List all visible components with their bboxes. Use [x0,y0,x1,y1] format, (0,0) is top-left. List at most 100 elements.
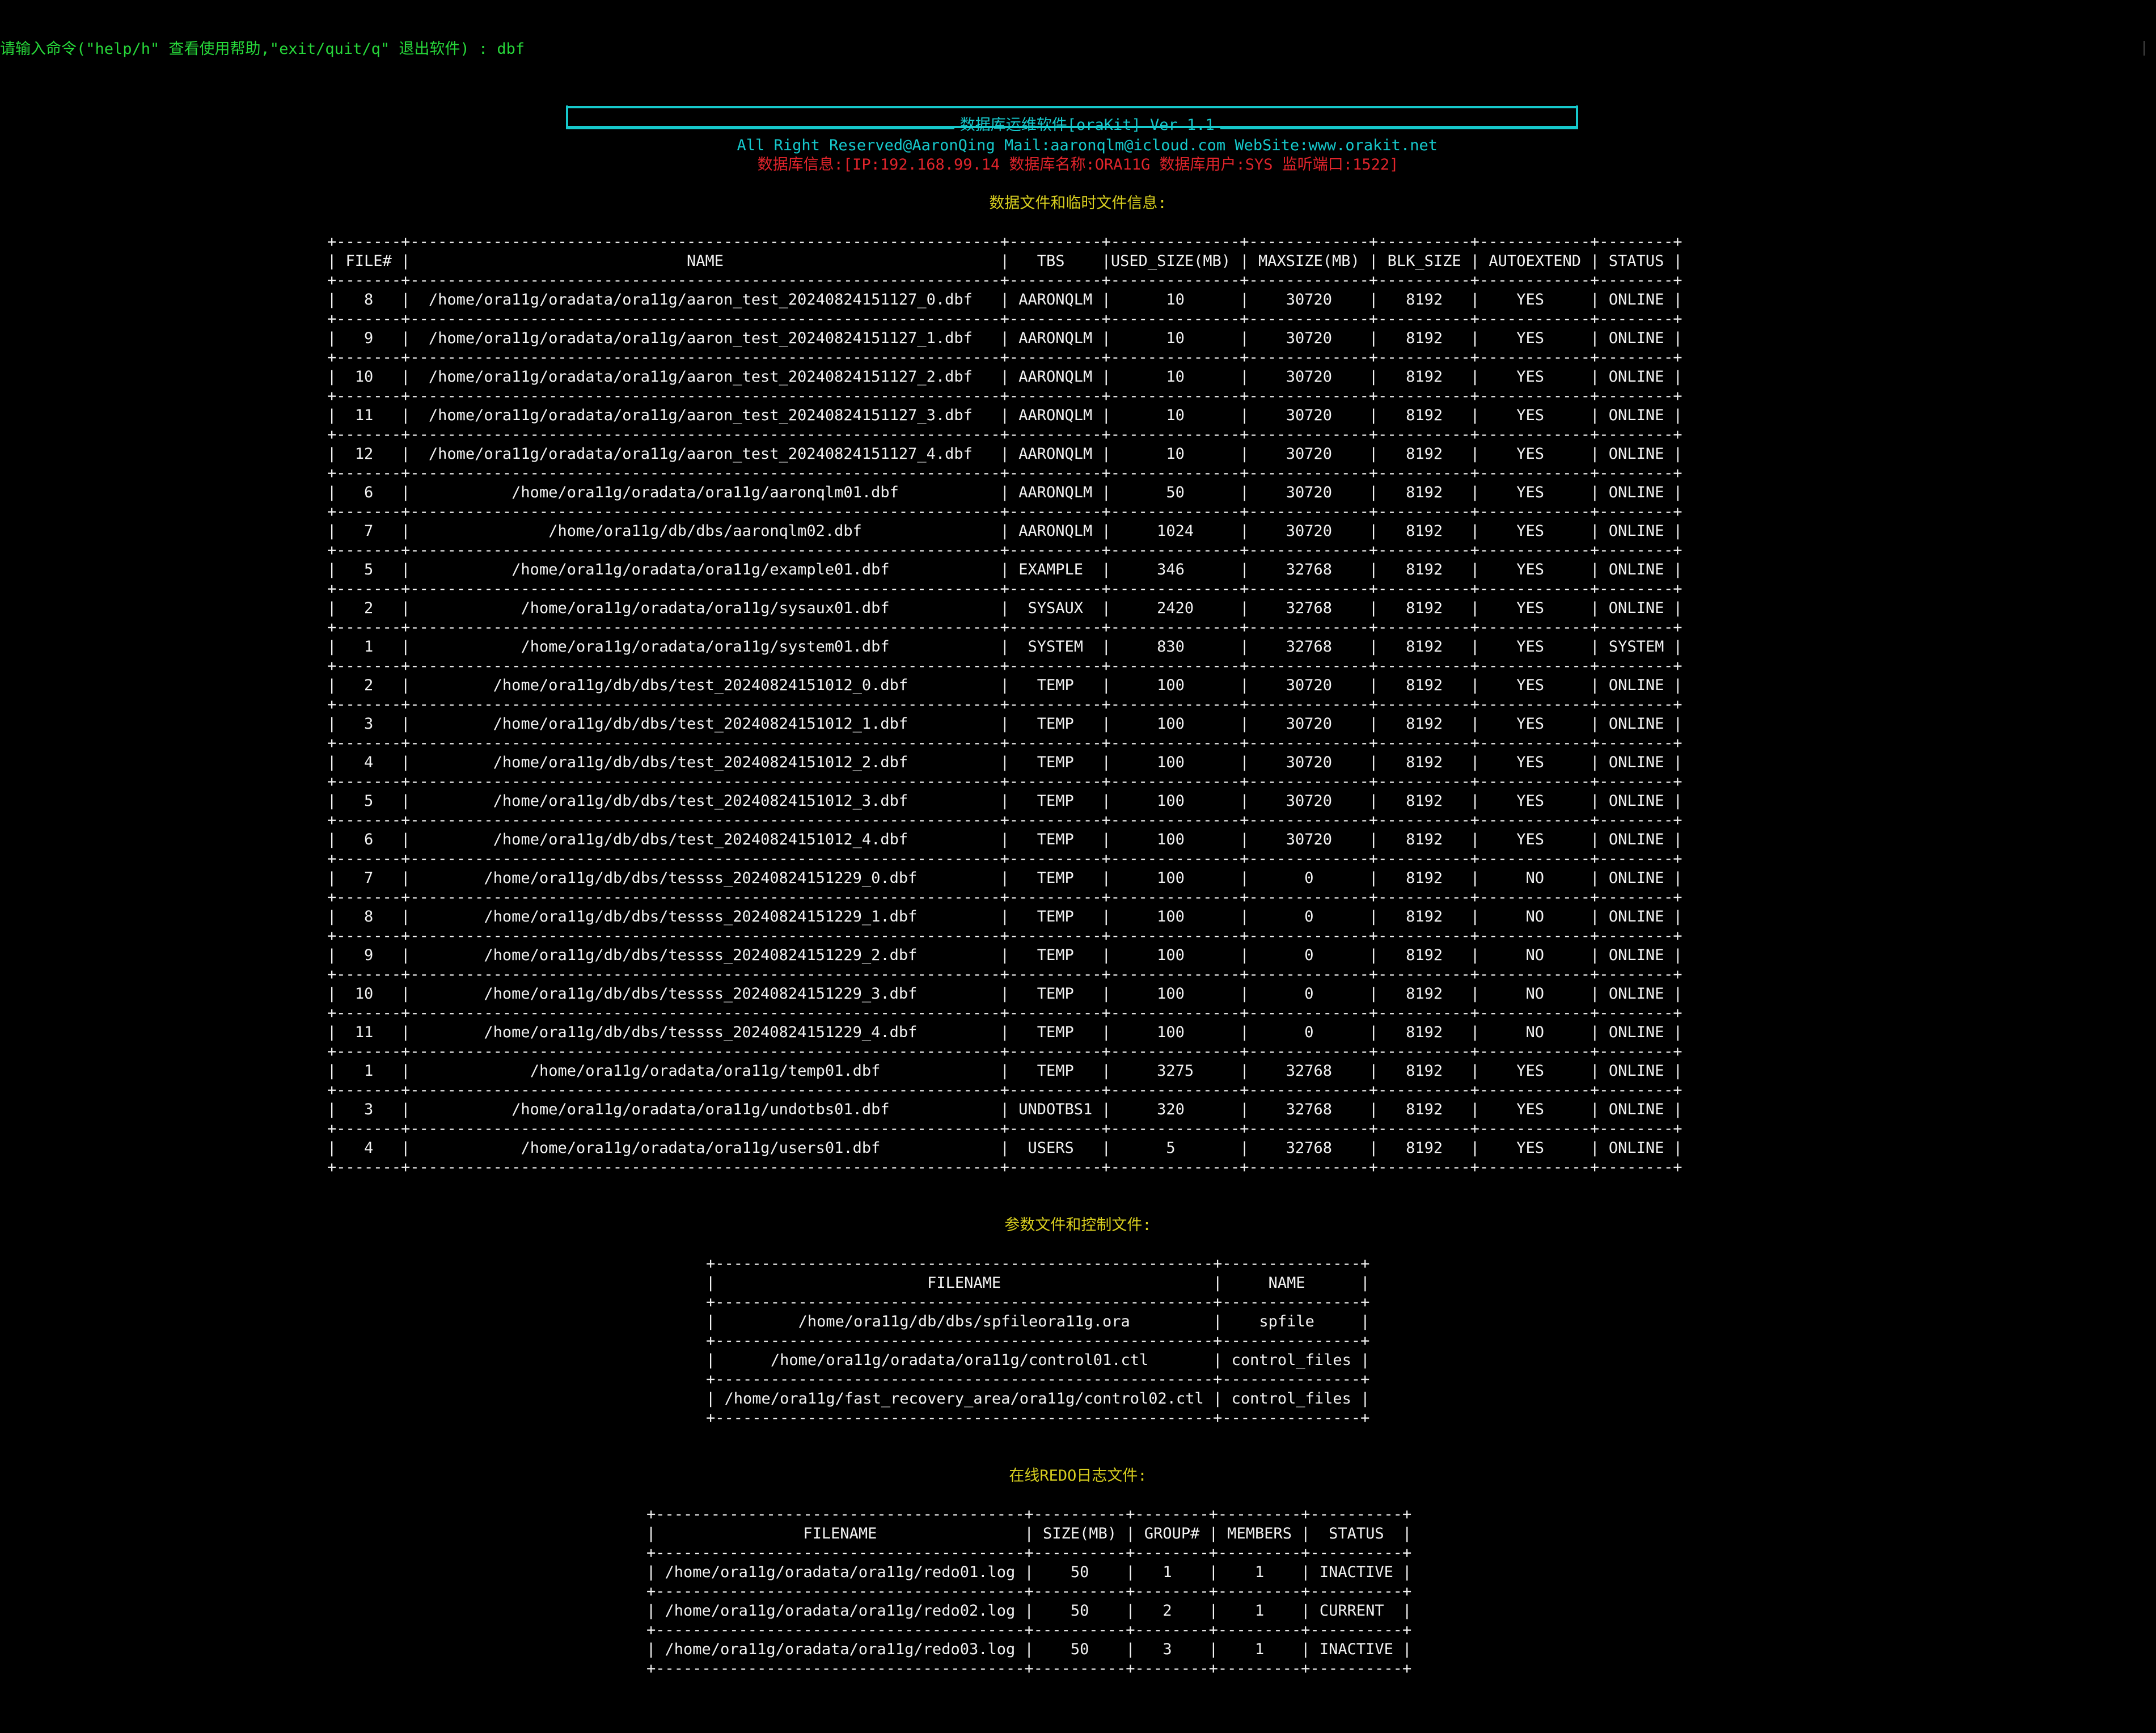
table-cell: 100 [1157,792,1185,810]
table-cell: /home/ora11g/db/dbs/test_20240824151012_… [493,792,908,810]
table-cell: ONLINE [1608,792,1664,810]
table-cell: 100 [1157,869,1185,887]
table-cell: 32768 [1286,1139,1333,1157]
table-cell: ONLINE [1608,754,1664,771]
table-cell: 50 [1070,1641,1089,1658]
table-separator: +-------+-------------------------------… [327,272,1682,289]
table-cell: 0 [1304,946,1314,964]
table-row: | /home/ora11g/oradata/ora11g/redo03.log… [646,1641,1412,1658]
table-cell: SYSAUX [1028,599,1084,617]
table-cell: 10 [354,985,374,1003]
table-separator: +---------------------------------------… [706,1332,1370,1350]
command-prompt[interactable]: 请输入命令("help/h" 查看使用帮助,"exit/quit/q" 退出软件… [0,40,525,59]
table-cell: 8192 [1406,1062,1443,1080]
table-cell: YES [1516,792,1545,810]
table-separator: +-------+-------------------------------… [327,580,1682,598]
column-header: AUTOEXTEND [1489,252,1581,270]
table-cell: 3 [1162,1641,1172,1658]
table-cell: YES [1516,754,1545,771]
table-cell: 8192 [1406,407,1443,424]
table-cell: /home/ora11g/oradata/ora11g/control01.ct… [770,1351,1149,1369]
table-cell: INACTIVE [1319,1641,1393,1658]
table-cell: 8192 [1406,291,1443,308]
table-row: | 2 | /home/ora11g/oradata/ora11g/sysaux… [327,599,1682,617]
table-cell: 100 [1157,946,1185,964]
table-cell: 100 [1157,677,1185,694]
table-row: | /home/ora11g/oradata/ora11g/control01.… [706,1351,1370,1369]
table-cell: /home/ora11g/oradata/ora11g/redo02.log [665,1602,1016,1620]
table-cell: 30720 [1286,329,1333,347]
table-cell: ONLINE [1608,368,1664,386]
table-cell: SYSTEM [1608,638,1664,656]
table-cell: 8192 [1406,831,1443,848]
table-separator: +-------+-------------------------------… [327,696,1682,713]
table-cell: 8192 [1406,908,1443,925]
table-cell: NO [1525,985,1544,1003]
table-cell: 8192 [1406,792,1443,810]
table-cell: 8192 [1406,715,1443,733]
table-cell: /home/ora11g/oradata/ora11g/undotbs01.db… [511,1101,890,1118]
table-cell: YES [1516,484,1544,501]
table-cell: 50 [1166,484,1185,501]
table-cell: /home/ora11g/fast_recovery_area/ora11g/c… [724,1390,1204,1407]
table-cell: control_files [1231,1351,1351,1369]
table-cell: 8192 [1406,638,1443,656]
table-cell: NO [1525,1024,1544,1041]
table-cell: 1024 [1157,522,1194,540]
table-cell: YES [1516,329,1544,347]
table-separator: +-------+-------------------------------… [327,1159,1682,1176]
table-cell: ONLINE [1608,1139,1664,1157]
table-cell: 30720 [1286,291,1333,308]
table-cell: TEMP [1037,792,1074,810]
table-cell: 32768 [1286,561,1333,578]
table-cell: 8192 [1406,946,1443,964]
table-cell: 30720 [1286,484,1333,501]
table-cell: 100 [1157,715,1185,733]
table-row: | 9 | /home/ora11g/oradata/ora11g/aaron_… [327,329,1682,347]
table-row: | 3 | /home/ora11g/oradata/ora11g/undotb… [327,1101,1682,1118]
table-cell: TEMP [1037,715,1074,733]
table-cell: YES [1516,445,1544,463]
table-row: | 8 | /home/ora11g/db/dbs/tessss_2024082… [327,908,1682,925]
table-row: | /home/ora11g/fast_recovery_area/ora11g… [706,1390,1370,1407]
column-header: GROUP# [1144,1525,1200,1542]
table-cell: /home/ora11g/oradata/ora11g/example01.db… [511,561,890,578]
table-cell: 8192 [1406,561,1443,578]
table-cell: 8192 [1406,329,1443,347]
table-separator: +-------+-------------------------------… [327,503,1682,521]
table-cell: 8 [364,908,374,925]
table-separator: +-------+-------------------------------… [327,619,1682,636]
table-cell: /home/ora11g/db/dbs/test_20240824151012_… [493,754,908,771]
table-cell: 8192 [1406,985,1443,1003]
table-row: | 2 | /home/ora11g/db/dbs/test_202408241… [327,677,1682,694]
table-separator: +-------+-------------------------------… [327,850,1682,868]
table-cell: SYSTEM [1028,638,1084,656]
table-cell: 100 [1157,831,1185,848]
paramfiles-section-title: 参数文件和控制文件: [1004,1216,1152,1234]
table-cell: NO [1525,946,1545,964]
table-cell: 6 [364,831,374,848]
table-cell: 2 [364,599,374,617]
column-header: FILE# [345,252,392,270]
table-cell: 7 [364,522,374,540]
table-cell: 4 [364,1139,374,1157]
table-cell: 30720 [1286,407,1333,424]
table-row: | /home/ora11g/oradata/ora11g/redo02.log… [646,1602,1412,1620]
table-row: | 5 | /home/ora11g/oradata/ora11g/exampl… [327,561,1682,578]
table-separator: +-------+-------------------------------… [327,1043,1682,1060]
table-cell: NO [1525,869,1545,887]
table-cell: ONLINE [1608,677,1664,694]
table-separator: +-------+-------------------------------… [327,966,1682,983]
table-cell: 8192 [1406,869,1443,887]
table-header: | FILENAME | NAME | [706,1274,1370,1292]
table-cell: ONLINE [1608,484,1664,501]
table-cell: /home/ora11g/db/dbs/test_20240824151012_… [493,715,908,733]
table-cell: 3275 [1157,1062,1194,1080]
table-cell: 4 [364,754,374,771]
table-cell: ONLINE [1608,715,1664,733]
table-cell: 10 [1166,329,1185,347]
table-cell: 8192 [1406,1101,1443,1118]
table-cell: AARONQLM [1018,407,1093,424]
table-separator: +-------+-------------------------------… [327,734,1682,752]
table-cell: 32768 [1286,1101,1333,1118]
